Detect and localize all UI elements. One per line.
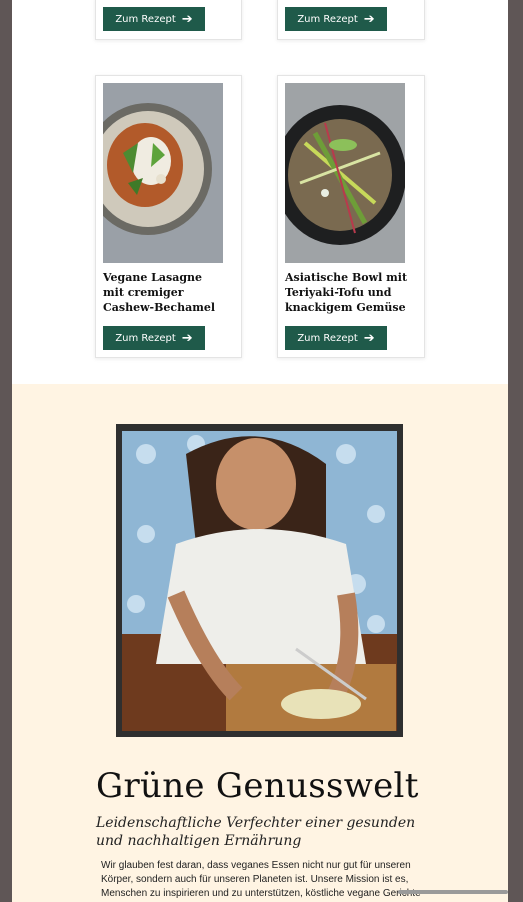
zum-rezept-button[interactable]: Zum Rezept ➔ bbox=[103, 7, 205, 31]
horizontal-scrollbar[interactable] bbox=[398, 890, 508, 894]
recipe-title: Vegane Lasagne mit cremiger Cashew-Becha… bbox=[103, 271, 216, 314]
about-subtitle: Leidenschaftliche Verfechter einer gesun… bbox=[96, 815, 416, 849]
zum-rezept-button[interactable]: Zum Rezept ➔ bbox=[285, 7, 387, 31]
recipe-card-lasagne: Vegane Lasagne mit cremiger Cashew-Becha… bbox=[95, 75, 242, 358]
arrow-right-icon: ➔ bbox=[181, 11, 193, 27]
chef-portrait-image bbox=[116, 424, 403, 737]
zum-rezept-button[interactable]: Zum Rezept ➔ bbox=[103, 326, 205, 350]
recipe-card-top-right: Zum Rezept ➔ bbox=[277, 0, 425, 40]
lasagne-image[interactable] bbox=[103, 83, 223, 263]
about-title: Grüne Genusswelt bbox=[96, 766, 419, 806]
button-label: Zum Rezept bbox=[115, 332, 176, 344]
about-section: Grüne Genusswelt Leidenschaftliche Verfe… bbox=[12, 384, 508, 902]
recipe-card-top-left: Zum Rezept ➔ bbox=[95, 0, 242, 40]
recipe-title: Asiatische Bowl mit Teriyaki-Tofu und kn… bbox=[285, 271, 408, 314]
arrow-right-icon: ➔ bbox=[363, 11, 375, 27]
arrow-right-icon: ➔ bbox=[181, 330, 193, 346]
button-label: Zum Rezept bbox=[297, 13, 358, 25]
arrow-right-icon: ➔ bbox=[363, 330, 375, 346]
recipe-card-bowl: Asiatische Bowl mit Teriyaki-Tofu und kn… bbox=[277, 75, 425, 358]
bowl-image[interactable] bbox=[285, 83, 405, 263]
zum-rezept-button[interactable]: Zum Rezept ➔ bbox=[285, 326, 387, 350]
page: Zum Rezept ➔ Zum Rezept ➔ Vegane Lasagne… bbox=[12, 0, 508, 902]
button-label: Zum Rezept bbox=[115, 13, 176, 25]
about-body: Wir glauben fest daran, dass veganes Ess… bbox=[101, 860, 421, 899]
button-label: Zum Rezept bbox=[297, 332, 358, 344]
